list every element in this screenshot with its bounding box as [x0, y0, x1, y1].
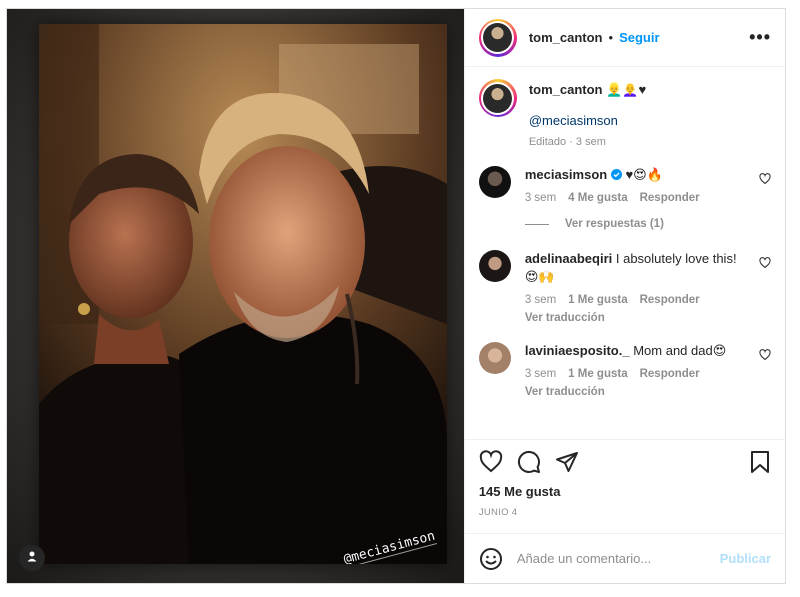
- emoji-icon[interactable]: [479, 547, 503, 571]
- verified-icon: [610, 167, 626, 182]
- caption-meta: Editado · 3 sem: [528, 136, 606, 148]
- commenter-avatar[interactable]: [478, 342, 511, 374]
- comment-like-icon[interactable]: [759, 256, 771, 274]
- user-tag-button[interactable]: [19, 545, 45, 571]
- comment-time: 3 sem: [524, 368, 557, 380]
- post-actions: 145 Me gusta JUNIO 4: [464, 439, 785, 533]
- post-header: tom_canton • Seguir •••: [464, 9, 785, 67]
- bookmark-icon[interactable]: [749, 450, 771, 474]
- comment-likes[interactable]: 4 Me gusta: [568, 192, 627, 204]
- comment-likes[interactable]: 1 Me gusta: [568, 294, 627, 306]
- comment-item: laviniaesposito._ Mom and dad😍 3 sem 1 M…: [478, 342, 771, 398]
- add-comment-bar: Añade un comentario... Publicar: [464, 533, 785, 583]
- comment-item: meciasimson ♥😍🔥 3 sem 4 Me gusta Respond…: [478, 166, 771, 204]
- share-icon[interactable]: [555, 450, 579, 474]
- post-caption: tom_canton 👱‍♂️👩‍🦲♥ @meciasimson Editado…: [478, 79, 771, 148]
- likes-count[interactable]: 145 Me gusta: [479, 484, 771, 499]
- commenter-username[interactable]: laviniaesposito._: [525, 343, 630, 358]
- commenter-username[interactable]: meciasimson: [525, 167, 607, 182]
- comment-time: 3 sem: [524, 294, 557, 306]
- caption-emojis: 👱‍♂️👩‍🦲♥: [606, 82, 647, 97]
- comment-like-icon[interactable]: [759, 348, 771, 366]
- author-avatar[interactable]: [478, 18, 517, 57]
- caption-username[interactable]: tom_canton: [529, 82, 603, 97]
- comment-item: adelinaabeqiri I absolutely love this! 😍…: [478, 250, 771, 324]
- comment-input[interactable]: Añade un comentario...: [517, 551, 720, 566]
- reply-button[interactable]: Responder: [640, 368, 700, 380]
- comment-text-continued: 😍🙌: [524, 269, 555, 284]
- view-replies-button[interactable]: Ver respuestas (1): [524, 218, 771, 230]
- comment-like-icon[interactable]: [759, 172, 771, 190]
- comments-section[interactable]: tom_canton 👱‍♂️👩‍🦲♥ @meciasimson Editado…: [465, 67, 785, 439]
- follow-button[interactable]: Seguir: [619, 30, 659, 45]
- post-side-panel: tom_canton • Seguir ••• tom_canton 👱‍♂️👩…: [463, 9, 785, 583]
- comment-time: 3 sem: [524, 192, 557, 204]
- commenter-username[interactable]: adelinaabeqiri: [525, 251, 612, 266]
- more-options-icon[interactable]: •••: [749, 27, 771, 48]
- comment-text: I absolutely love this!: [615, 251, 737, 266]
- commenter-avatar[interactable]: [478, 250, 511, 282]
- caption-mention-link[interactable]: @meciasimson: [529, 113, 646, 128]
- post-photo: @meciasimson: [39, 24, 447, 564]
- reply-button[interactable]: Responder: [640, 192, 700, 204]
- comment-likes[interactable]: 1 Me gusta: [568, 368, 627, 380]
- comment-icon[interactable]: [517, 450, 541, 474]
- caption-avatar[interactable]: [478, 79, 517, 117]
- instagram-post: @meciasimson tom_canton • Seguir ••• tom…: [6, 8, 786, 584]
- heart-icon[interactable]: [479, 450, 503, 474]
- photo-illustration: [39, 24, 447, 564]
- comment-text: ♥😍🔥: [625, 167, 663, 182]
- reply-button[interactable]: Responder: [640, 294, 700, 306]
- commenter-avatar[interactable]: [478, 166, 511, 198]
- see-translation-button[interactable]: Ver traducción: [525, 386, 726, 398]
- view-replies-label: Ver respuestas (1): [564, 218, 664, 230]
- post-media[interactable]: @meciasimson: [7, 9, 464, 583]
- user-tag-icon: [26, 549, 38, 567]
- comment-text: Mom and dad😍: [633, 343, 727, 358]
- see-translation-button[interactable]: Ver traducción: [525, 312, 737, 324]
- publish-button[interactable]: Publicar: [720, 551, 771, 566]
- replies-divider: [524, 223, 549, 225]
- header-separator: •: [608, 30, 614, 45]
- author-username[interactable]: tom_canton: [529, 30, 603, 45]
- post-date: JUNIO 4: [478, 507, 518, 518]
